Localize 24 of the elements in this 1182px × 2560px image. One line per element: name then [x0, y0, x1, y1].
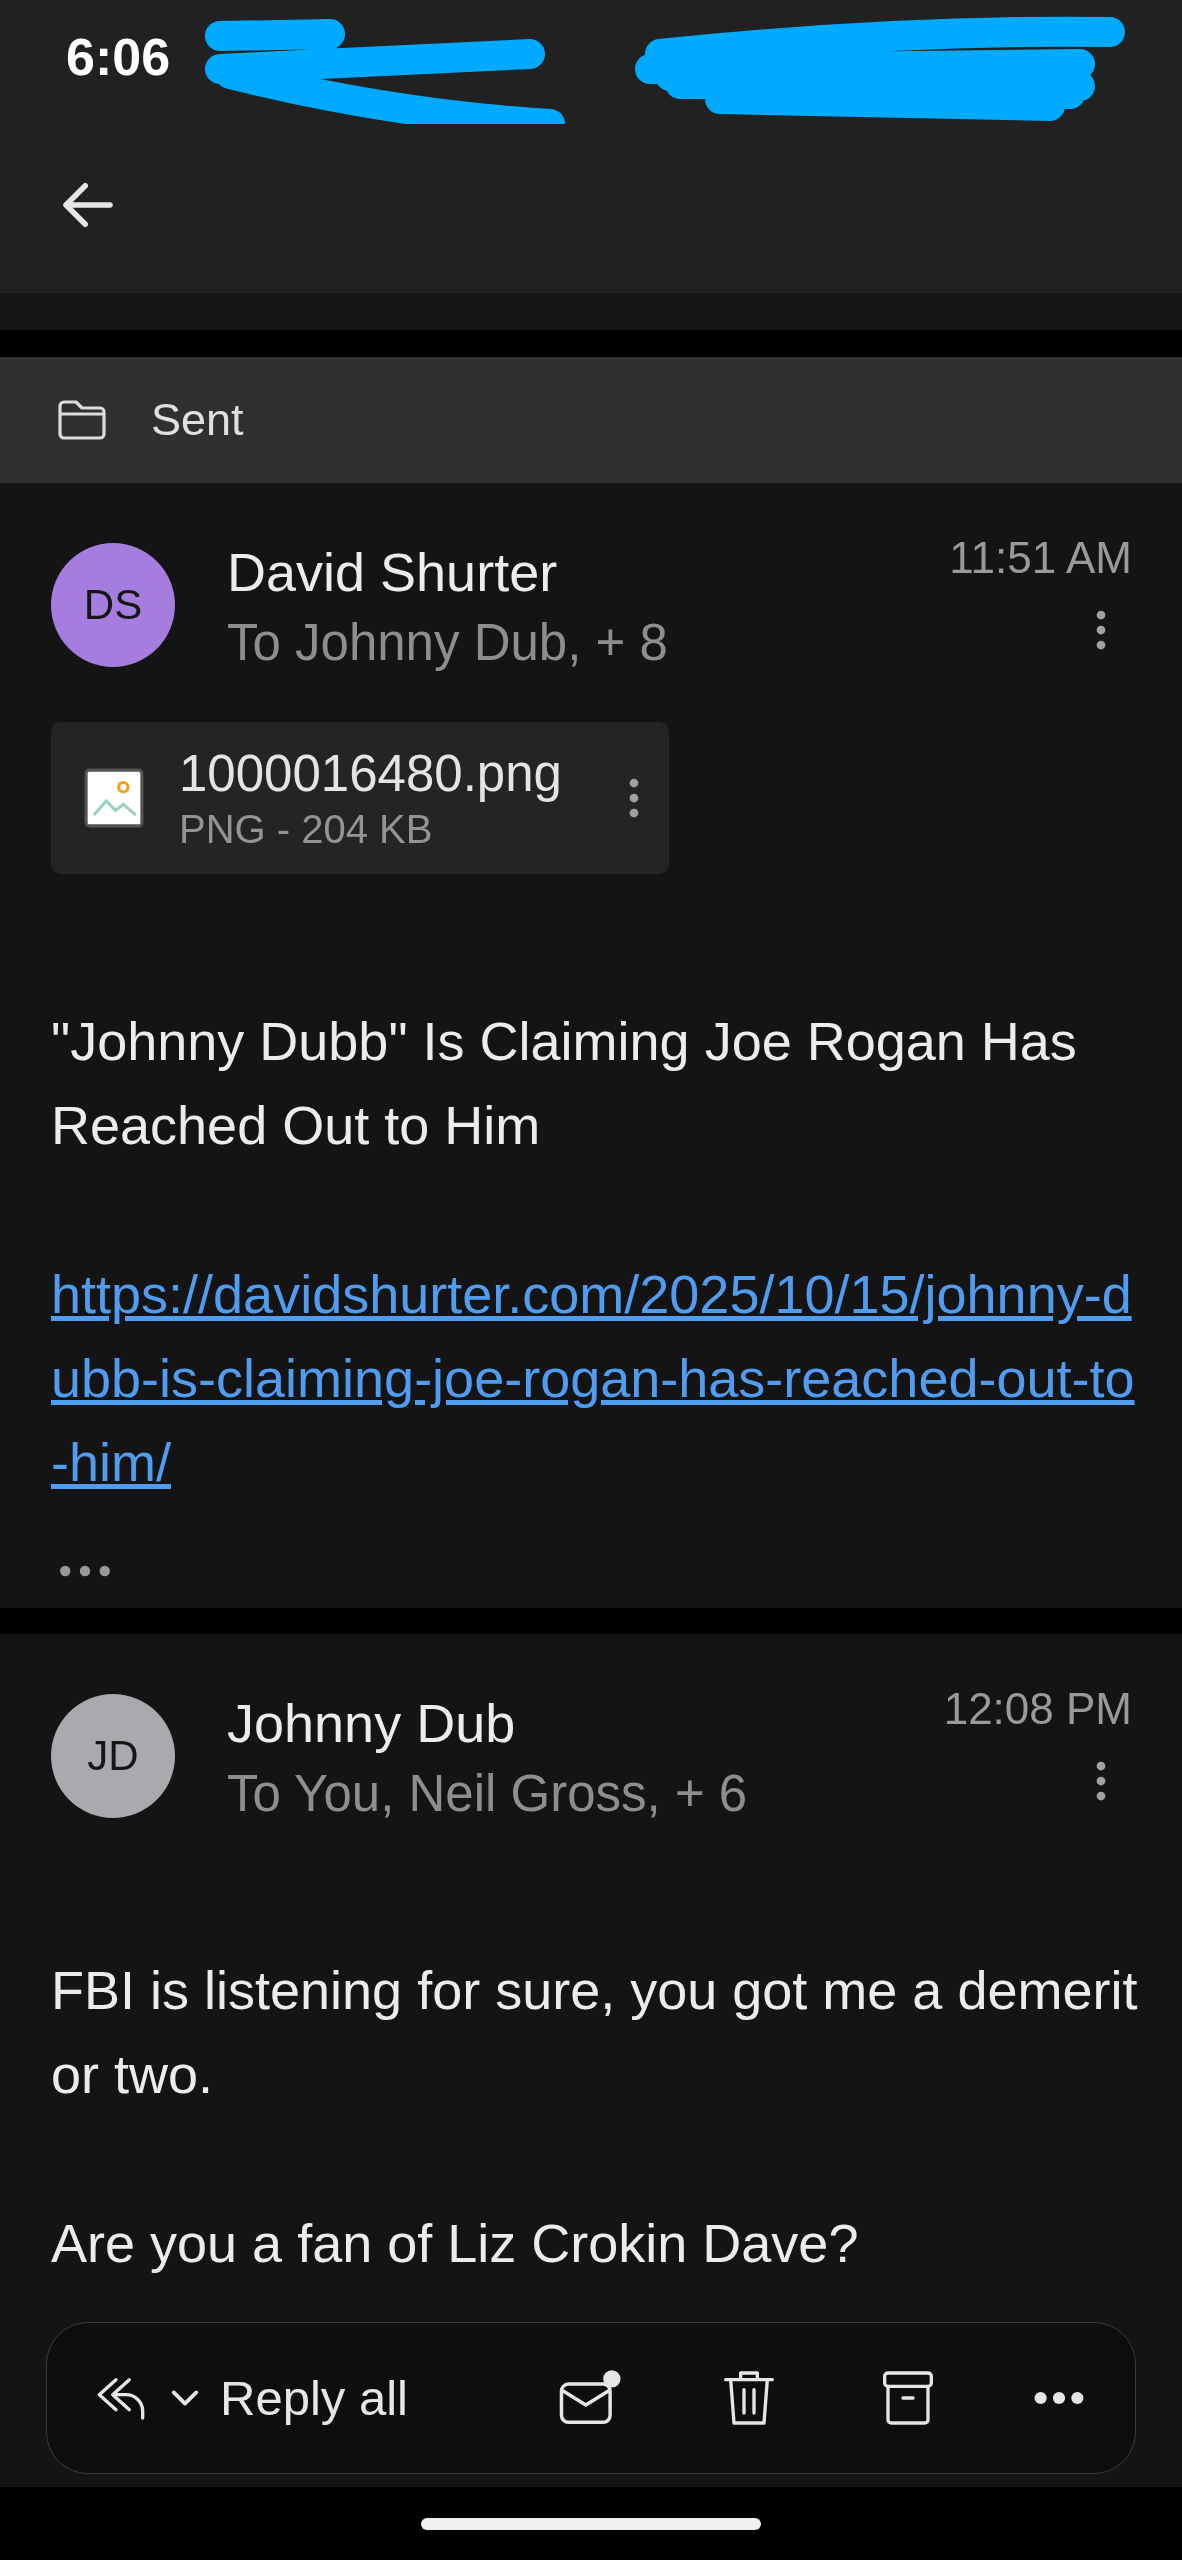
avatar: DS [51, 543, 175, 667]
show-quoted-icon[interactable] [59, 1564, 111, 1578]
link[interactable]: https://davidshurter.com/2025/10/15/johnny-dubb-is-claiming-joe-rogan-has-reached-out-to-him/ [51, 1252, 1151, 1504]
avatar: JD [51, 1694, 175, 1818]
recipients[interactable]: To Johnny Dub, + 8 [227, 613, 950, 672]
reply-all-button[interactable]: Reply all [92, 2370, 408, 2426]
folder-icon [55, 398, 109, 442]
recipients[interactable]: To You, Neil Gross, + 6 [227, 1764, 944, 1823]
attachment-card[interactable]: 1000016480.png PNG - 204 KB [51, 722, 669, 874]
message-time: 12:08 PM [943, 1684, 1132, 1734]
paragraph: Are you a fan of Liz Crokin Dave? [51, 2212, 860, 2275]
paragraph: "Johnny Dubb" Is Claiming Joe Rogan Has Reached Out to Him [51, 1010, 1078, 1157]
sender-name: David Shurter [227, 541, 559, 603]
image-file-icon [83, 767, 145, 829]
home-indicator[interactable] [421, 2517, 761, 2530]
status-time: 6:06 [66, 27, 171, 87]
message-time: 11:51 AM [949, 533, 1132, 583]
attachment-size: PNG - 204 KB [179, 807, 434, 852]
attachment-name: 1000016480.png [179, 744, 563, 803]
sender-name: Johnny Dub [227, 1692, 517, 1754]
folder-label: Sent [151, 394, 244, 446]
paragraph: FBI is listening for sure, you got me a demerit or two. [51, 1959, 1139, 2106]
more-icon[interactable] [1033, 2390, 1085, 2406]
chevron-down-icon [170, 2388, 200, 2408]
